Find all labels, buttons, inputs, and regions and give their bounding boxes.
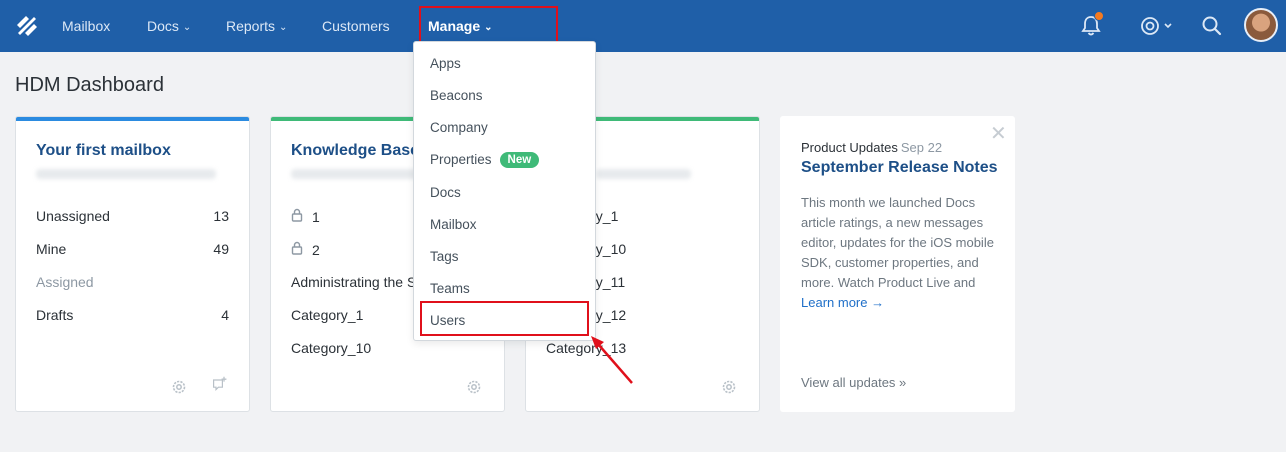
updates-title[interactable]: September Release Notes [801, 159, 998, 177]
product-updates-panel: ✕ Product Updates Sep 22 September Releas… [780, 116, 1015, 412]
mailbox-row-unassigned[interactable]: Unassigned 13 [36, 208, 229, 228]
nav-mailbox[interactable]: Mailbox [62, 0, 110, 52]
nav-docs-label: Docs [147, 18, 179, 34]
nav-customers[interactable]: Customers [322, 0, 390, 52]
mailbox-row-drafts[interactable]: Drafts 4 [36, 307, 229, 327]
menu-item-label: Properties [430, 152, 492, 167]
menu-item-company[interactable]: Company [430, 120, 488, 140]
updates-body-text: This month we launched Docs article rati… [801, 195, 994, 290]
search-icon[interactable] [1198, 12, 1226, 40]
card-accent-bar [16, 117, 249, 121]
row-label: Administrating the S [291, 274, 417, 290]
row-label: Category_10 [291, 340, 372, 356]
menu-item-properties[interactable]: Properties New [430, 152, 540, 172]
nav-docs[interactable]: Docs ⌄ [147, 0, 191, 52]
manage-dropdown-menu: Apps Beacons Company Properties New Docs … [413, 41, 596, 341]
docs-site-title[interactable]: Knowledge Base [291, 142, 419, 160]
users-highlight-box [420, 301, 589, 336]
mailbox-email-blurred [36, 169, 216, 179]
menu-item-apps[interactable]: Apps [430, 56, 461, 76]
menu-item-teams[interactable]: Teams [430, 281, 470, 301]
row-label: Category_13 [546, 340, 627, 356]
updates-header: Product Updates Sep 22 [801, 140, 942, 155]
docs-row-category[interactable]: Category_13 [546, 340, 739, 360]
avatar[interactable] [1244, 8, 1278, 42]
menu-item-tags[interactable]: Tags [430, 249, 459, 269]
view-all-updates-link[interactable]: View all updates » [801, 375, 906, 390]
row-label: Unassigned [36, 208, 110, 224]
updates-body: This month we launched Docs article rati… [801, 193, 1001, 313]
notification-dot [1094, 11, 1104, 21]
docs-url-blurred [596, 169, 691, 179]
mailbox-title[interactable]: Your first mailbox [36, 142, 171, 160]
row-label: 1 [312, 209, 320, 225]
updates-kind: Product Updates [801, 140, 898, 155]
gear-icon[interactable] [466, 379, 482, 395]
row-label: Assigned [36, 274, 94, 290]
row-count: 49 [213, 241, 229, 257]
mailbox-row-assigned[interactable]: Assigned [36, 274, 229, 294]
nav-reports-label: Reports [226, 18, 276, 34]
mailbox-row-mine[interactable]: Mine 49 [36, 241, 229, 261]
lock-icon [291, 208, 303, 222]
row-label: Category_1 [291, 307, 364, 323]
docs-row-category[interactable]: Category_10 [291, 340, 484, 360]
lock-icon [291, 241, 303, 255]
gear-icon[interactable] [721, 379, 737, 395]
new-conversation-icon[interactable] [210, 376, 230, 392]
new-badge: New [499, 152, 540, 168]
learn-more-link[interactable]: Learn more → [801, 295, 884, 310]
menu-item-docs[interactable]: Docs [430, 185, 461, 205]
row-count: 13 [213, 208, 229, 224]
menu-item-beacons[interactable]: Beacons [430, 88, 483, 108]
row-label: Drafts [36, 307, 74, 323]
close-icon[interactable]: ✕ [990, 121, 1007, 146]
page-title: HDM Dashboard [15, 74, 164, 96]
helpscout-logo-icon[interactable] [14, 13, 40, 39]
help-icon[interactable] [1137, 12, 1175, 40]
menu-item-mailbox[interactable]: Mailbox [430, 217, 477, 237]
row-label: Mine [36, 241, 67, 257]
chevron-down-icon: ⌄ [279, 22, 288, 33]
gear-icon[interactable] [171, 379, 187, 395]
row-count: 4 [221, 307, 229, 323]
mailbox-card[interactable]: Your first mailbox Unassigned 13 Mine 49 A… [15, 116, 250, 412]
row-label: 2 [312, 242, 320, 258]
manage-highlight-box [419, 6, 558, 46]
chevron-down-icon: ⌄ [182, 22, 192, 33]
updates-date: Sep 22 [900, 140, 943, 155]
nav-reports[interactable]: Reports ⌄ [226, 0, 287, 52]
